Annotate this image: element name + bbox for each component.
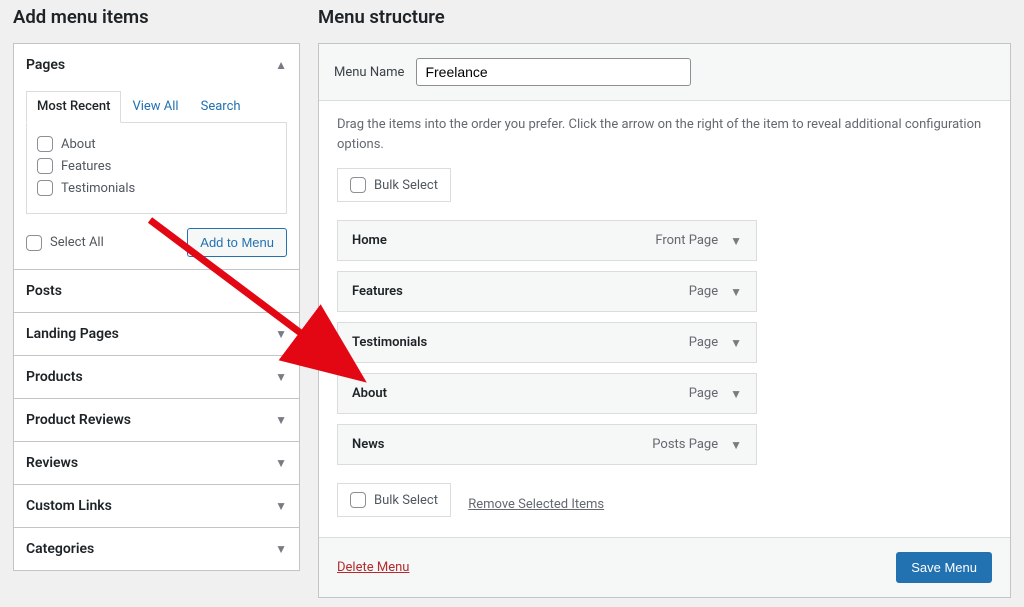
select-all-label[interactable]: Select All	[50, 235, 104, 250]
menu-footer: Delete Menu Save Menu	[319, 537, 1010, 597]
accordion-header-reviews[interactable]: Reviews ▼	[14, 442, 299, 484]
accordion-header-posts[interactable]: Posts	[14, 270, 299, 312]
accordion-panel-pages: Pages ▲ Most Recent View All Search Abou…	[14, 44, 299, 270]
page-label[interactable]: About	[61, 137, 96, 152]
accordion-header-landing-pages[interactable]: Landing Pages ▼	[14, 313, 299, 355]
menu-structure-title: Menu structure	[318, 6, 1011, 28]
page-checkbox-testimonials[interactable]	[37, 180, 53, 196]
bulk-select-checkbox[interactable]	[350, 177, 366, 193]
page-checkbox-features[interactable]	[37, 158, 53, 174]
menu-items-list: Home Front Page ▼ Features Page ▼ Testim…	[337, 220, 992, 465]
accordion-panel-landing-pages: Landing Pages ▼	[14, 313, 299, 356]
menu-item-features[interactable]: Features Page ▼	[337, 271, 757, 312]
accordion-header-products[interactable]: Products ▼	[14, 356, 299, 398]
accordion-panel-products: Products ▼	[14, 356, 299, 399]
accordion-label: Reviews	[26, 455, 78, 471]
save-menu-button[interactable]: Save Menu	[896, 552, 992, 583]
menu-name-label: Menu Name	[334, 65, 404, 80]
bulk-select-bottom: Bulk Select	[337, 483, 451, 517]
chevron-down-icon: ▼	[275, 542, 287, 556]
tab-search[interactable]: Search	[190, 91, 252, 123]
pages-tabs: Most Recent View All Search	[26, 91, 287, 123]
menu-item-home[interactable]: Home Front Page ▼	[337, 220, 757, 261]
accordion-header-pages[interactable]: Pages ▲	[14, 44, 299, 86]
accordion-label: Pages	[26, 57, 65, 73]
accordion-panel-categories: Categories ▼	[14, 528, 299, 570]
accordion-panel-reviews: Reviews ▼	[14, 442, 299, 485]
accordion-label: Landing Pages	[26, 326, 119, 342]
accordion-header-product-reviews[interactable]: Product Reviews ▼	[14, 399, 299, 441]
add-to-menu-button[interactable]: Add to Menu	[187, 228, 287, 257]
chevron-down-icon[interactable]: ▼	[730, 285, 742, 299]
menu-item-type: Front Page	[655, 233, 718, 248]
bulk-select-checkbox[interactable]	[350, 492, 366, 508]
bulk-select-top: Bulk Select	[337, 168, 451, 202]
accordion-header-categories[interactable]: Categories ▼	[14, 528, 299, 570]
drag-instructions: Drag the items into the order you prefer…	[337, 115, 992, 154]
remove-selected-link[interactable]: Remove Selected Items	[468, 497, 604, 512]
menu-name-input[interactable]	[416, 58, 691, 86]
page-checkbox-about[interactable]	[37, 136, 53, 152]
chevron-down-icon: ▼	[275, 370, 287, 384]
accordion-panel-custom-links: Custom Links ▼	[14, 485, 299, 528]
tab-view-all[interactable]: View All	[121, 91, 189, 123]
accordion-header-custom-links[interactable]: Custom Links ▼	[14, 485, 299, 527]
chevron-down-icon[interactable]: ▼	[730, 438, 742, 452]
tab-most-recent[interactable]: Most Recent	[26, 91, 121, 123]
menu-item-title: Testimonials	[352, 335, 689, 350]
accordion-label: Product Reviews	[26, 412, 131, 428]
menu-header: Menu Name	[319, 44, 1010, 101]
chevron-down-icon: ▼	[275, 456, 287, 470]
add-menu-items-title: Add menu items	[13, 6, 300, 28]
menu-item-news[interactable]: News Posts Page ▼	[337, 424, 757, 465]
bulk-select-label[interactable]: Bulk Select	[374, 178, 438, 193]
menu-item-title: Features	[352, 284, 689, 299]
bulk-select-label[interactable]: Bulk Select	[374, 493, 438, 508]
chevron-down-icon[interactable]: ▼	[730, 336, 742, 350]
select-all-checkbox[interactable]	[26, 235, 42, 251]
menu-item-type: Page	[689, 335, 718, 350]
delete-menu-link[interactable]: Delete Menu	[337, 560, 409, 575]
menu-item-type: Posts Page	[652, 437, 718, 452]
accordion-label: Custom Links	[26, 498, 112, 514]
menu-edit-container: Menu Name Drag the items into the order …	[318, 43, 1011, 598]
menu-item-type: Page	[689, 386, 718, 401]
menu-item-type: Page	[689, 284, 718, 299]
accordion-container: Pages ▲ Most Recent View All Search Abou…	[13, 43, 300, 571]
accordion-panel-posts: Posts	[14, 270, 299, 313]
menu-item-title: About	[352, 386, 689, 401]
menu-item-title: Home	[352, 233, 655, 248]
menu-item-about[interactable]: About Page ▼	[337, 373, 757, 414]
chevron-down-icon[interactable]: ▼	[730, 234, 742, 248]
accordion-label: Products	[26, 369, 83, 385]
menu-item-testimonials[interactable]: Testimonials Page ▼	[337, 322, 757, 363]
page-label[interactable]: Testimonials	[61, 181, 135, 196]
menu-item-title: News	[352, 437, 652, 452]
chevron-up-icon: ▲	[275, 58, 287, 72]
chevron-down-icon[interactable]: ▼	[730, 387, 742, 401]
chevron-down-icon: ▼	[275, 327, 287, 341]
accordion-panel-product-reviews: Product Reviews ▼	[14, 399, 299, 442]
accordion-label: Categories	[26, 541, 94, 557]
pages-checkbox-list: About Features Testimonials	[26, 123, 287, 214]
page-label[interactable]: Features	[61, 159, 111, 174]
chevron-down-icon: ▼	[275, 413, 287, 427]
chevron-down-icon: ▼	[275, 499, 287, 513]
accordion-label: Posts	[26, 283, 62, 299]
